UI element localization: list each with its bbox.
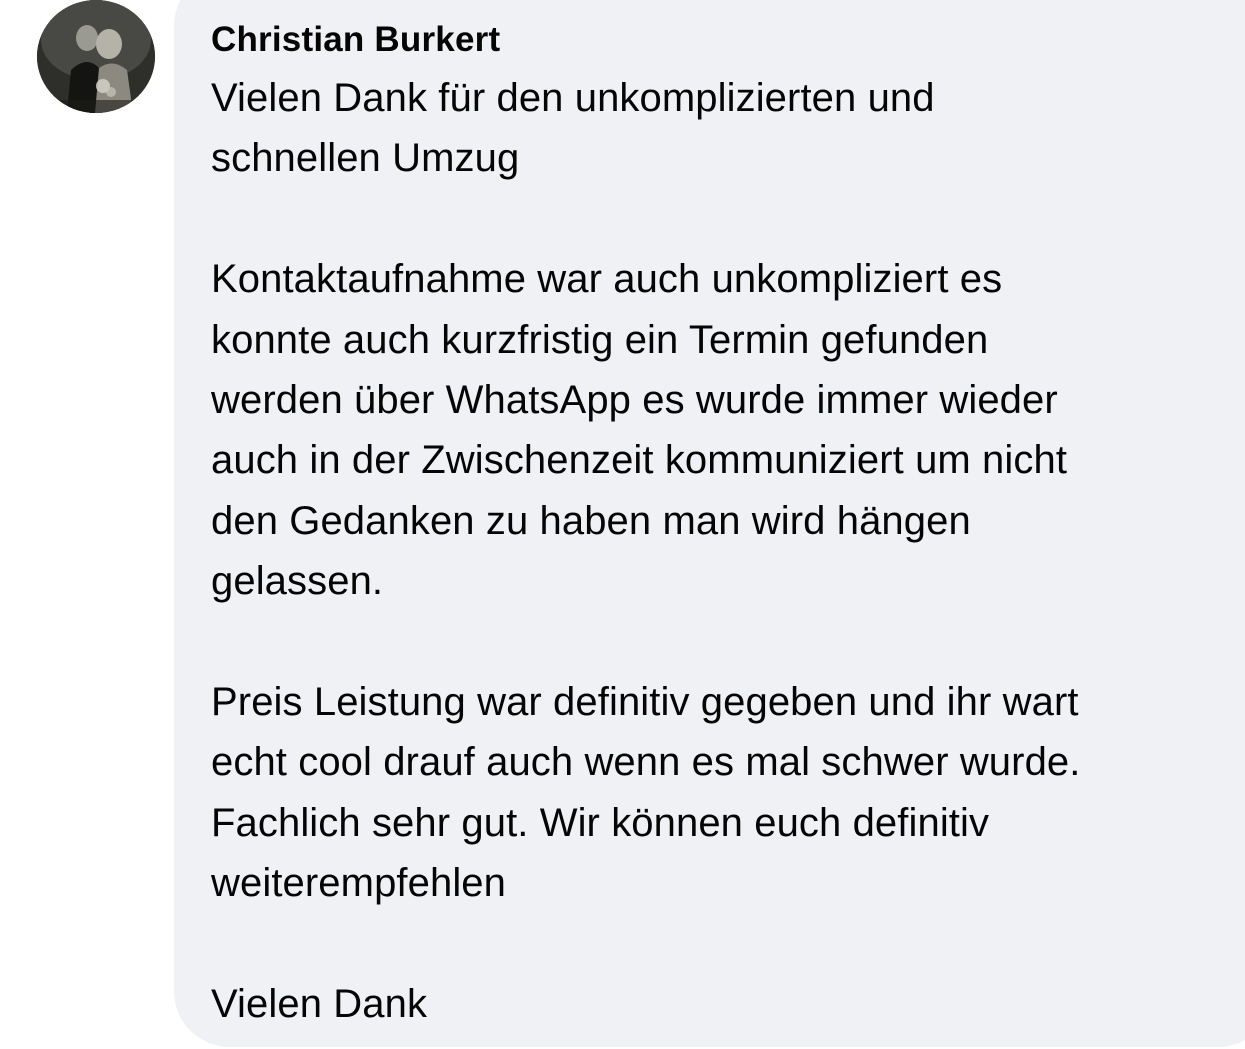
profile-photo-icon	[37, 0, 155, 113]
comment-line: Fachlich sehr gut. Wir können euch defin…	[211, 800, 990, 845]
comment-line: auch in der Zwischenzeit kommuniziert um…	[211, 438, 1068, 483]
comment-line: echt cool drauf auch wenn es mal schwer …	[211, 740, 1081, 785]
comment-line: Vielen Dank	[211, 981, 428, 1026]
comment-line: Kontaktaufnahme war auch unkompliziert e…	[211, 257, 1003, 302]
comment-line: gelassen.	[211, 559, 384, 604]
comment-line: werden über WhatsApp es wurde immer wied…	[211, 377, 1058, 422]
comment-line: konnte auch kurzfristig ein Termin gefun…	[211, 317, 989, 362]
comment-line: weiterempfehlen	[211, 861, 506, 906]
comment-line: schnellen Umzug	[211, 136, 520, 181]
comment-text: Vielen Dank für den unkomplizierten und …	[211, 68, 1221, 1034]
comment-author[interactable]: Christian Burkert	[211, 18, 500, 62]
comment-line: Vielen Dank für den unkomplizierten und	[211, 76, 935, 120]
avatar[interactable]	[37, 0, 155, 113]
comment-line: Preis Leistung war definitiv gegeben und…	[211, 679, 1079, 724]
comment-line: den Gedanken zu haben man wird hängen	[211, 498, 971, 543]
